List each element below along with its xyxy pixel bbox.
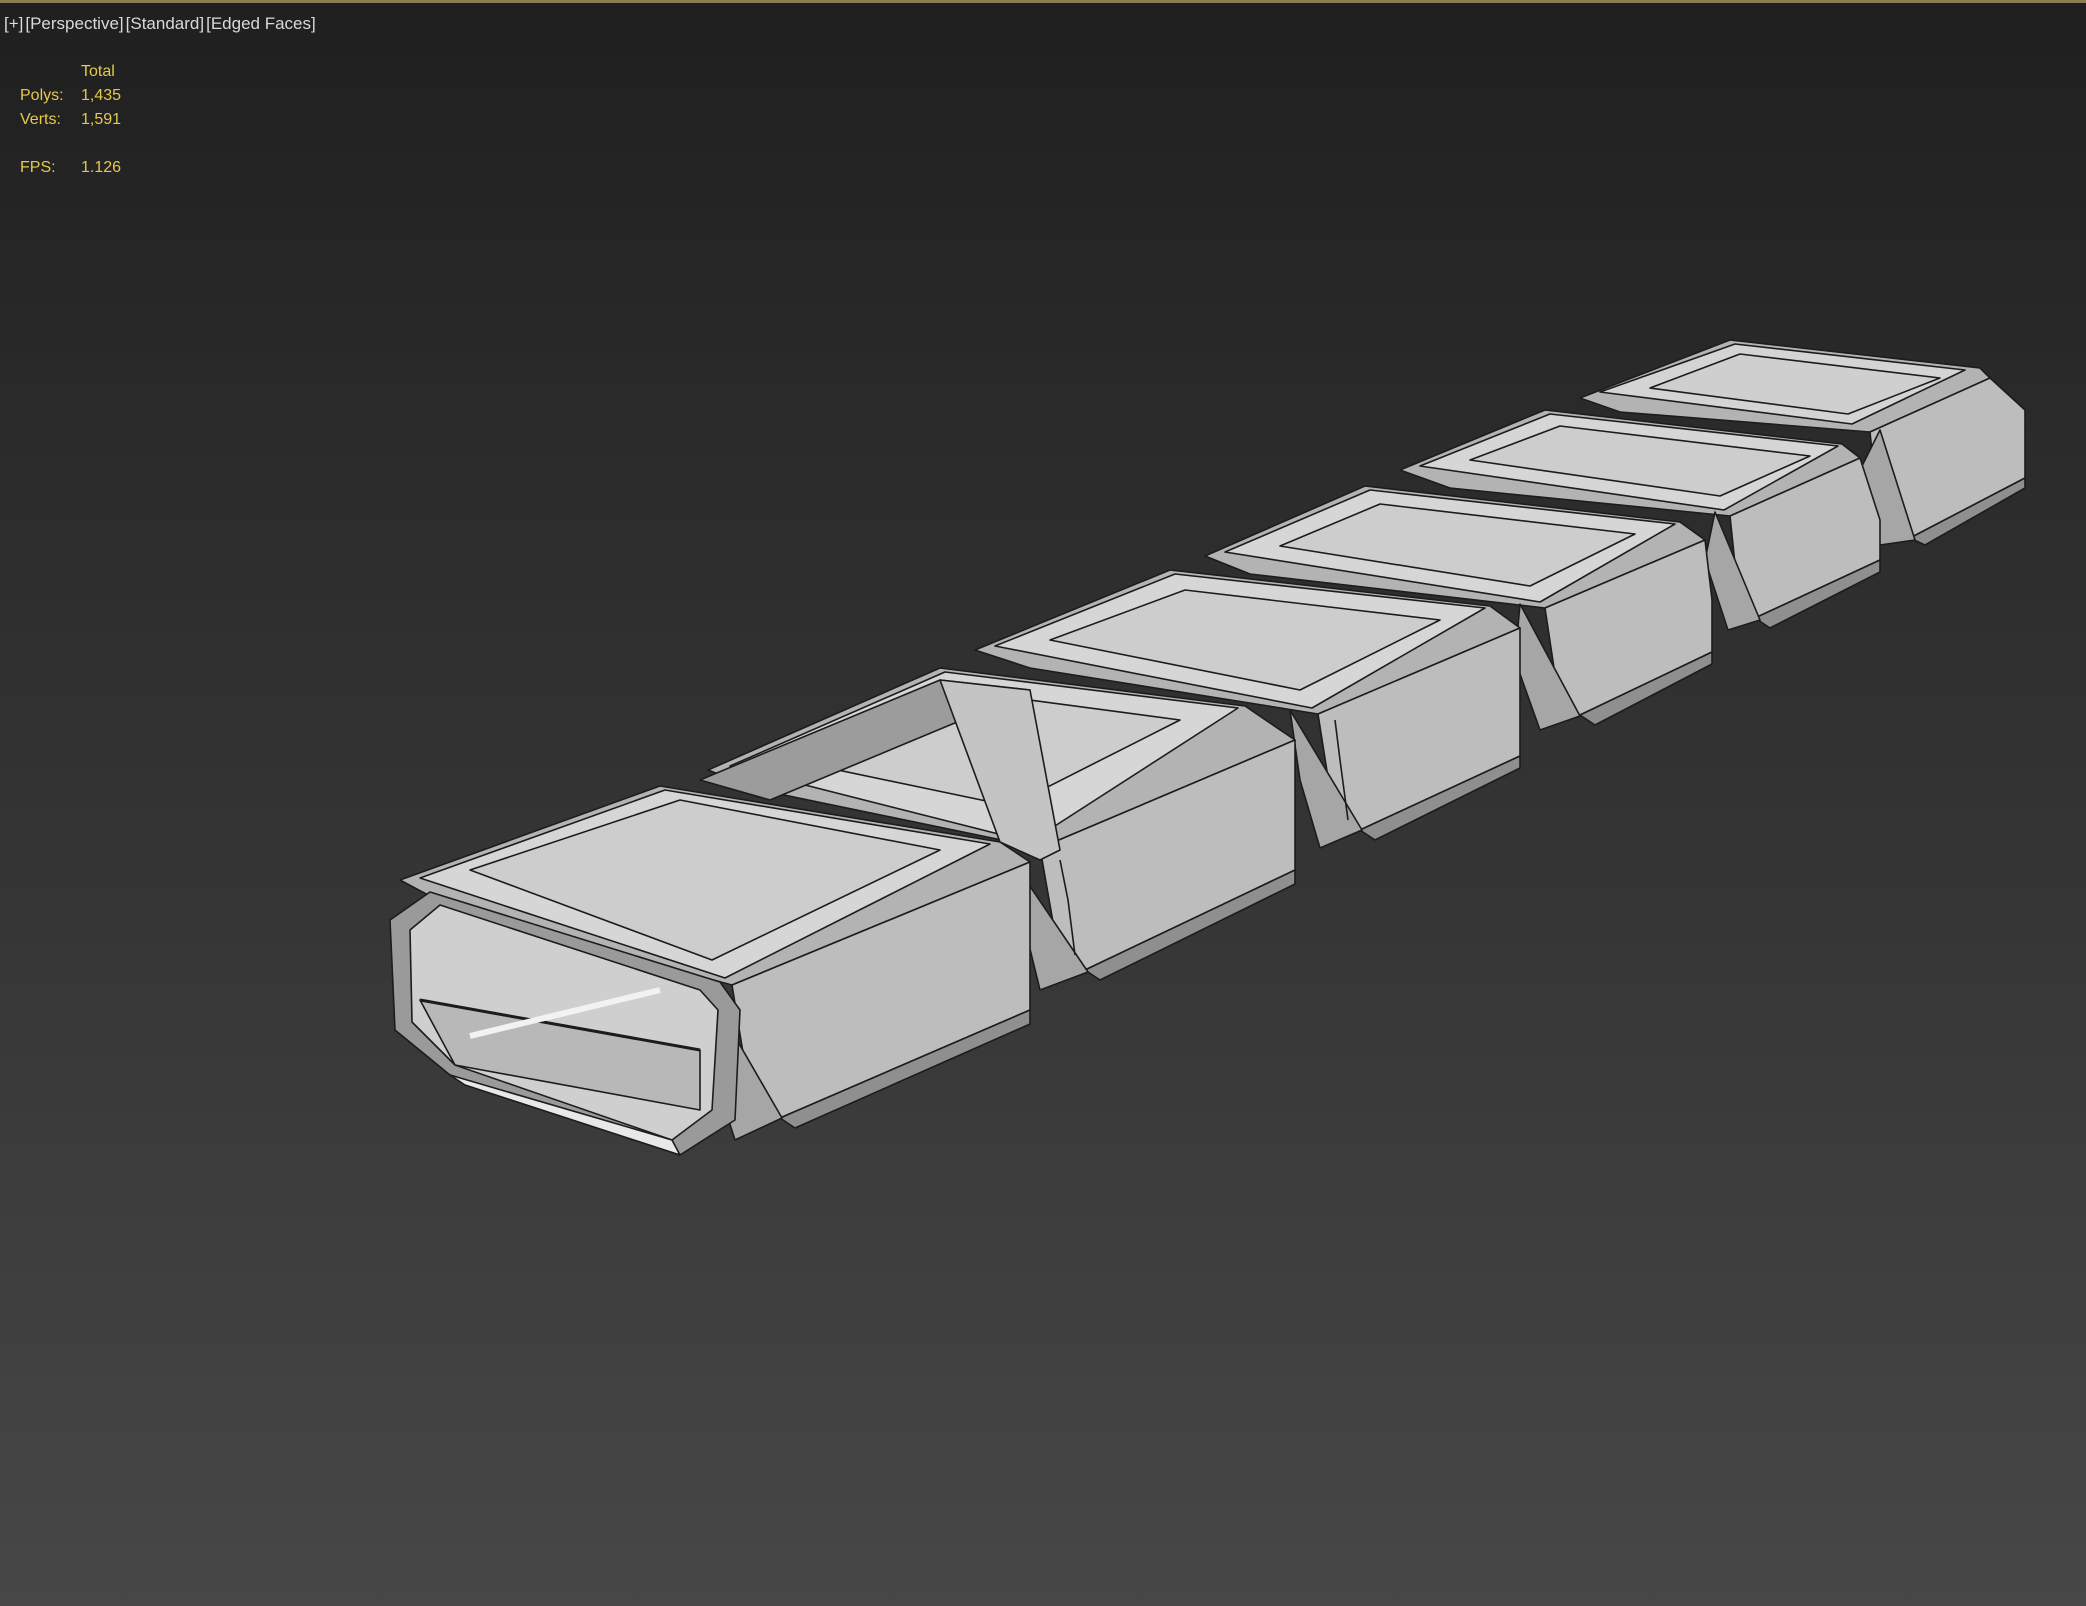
mesh-segment-1 [389, 785, 1031, 1156]
segmented-box-mesh[interactable] [389, 339, 2026, 1156]
mesh-scene[interactable] [0, 0, 2086, 1606]
perspective-viewport[interactable]: [+] [Perspective] [Standard] [Edged Face… [0, 0, 2086, 1606]
